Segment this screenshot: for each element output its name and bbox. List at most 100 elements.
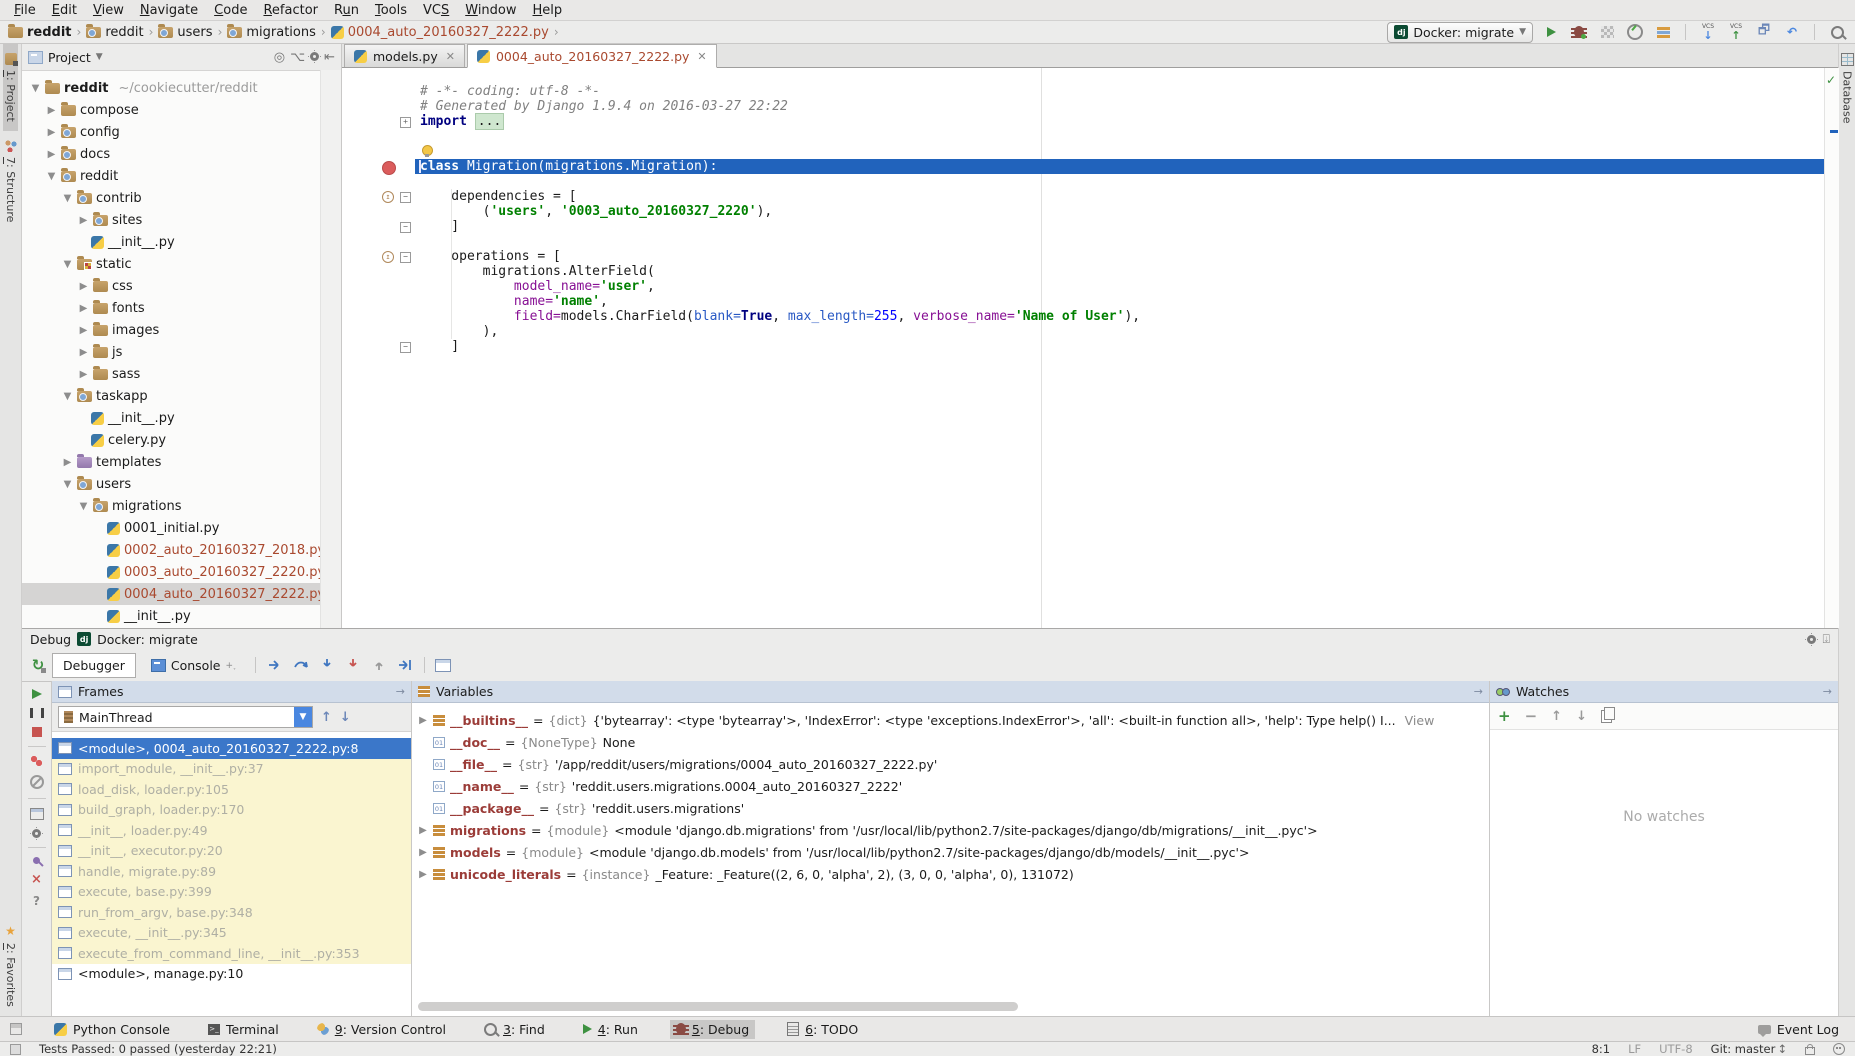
code-line-4[interactable] [342,129,1824,144]
settings-icon[interactable] [310,50,319,65]
settings-button[interactable] [32,829,41,838]
chevron-down-icon[interactable]: ▼ [62,259,73,270]
tree-item-images[interactable]: ▶images [22,319,321,341]
frame-row[interactable]: build_graph, loader.py:170 [52,800,411,821]
chevron-right-icon[interactable]: ▶ [62,457,73,468]
tree-item-taskapp[interactable]: ▼taskapp [22,385,321,407]
variable-row[interactable]: ▶unicode_literals = {instance}_Feature: … [412,863,1489,885]
chevron-down-icon[interactable]: ▼ [78,501,89,512]
expand-arrow-icon[interactable]: ▶ [418,869,428,880]
tree-item---init---py[interactable]: __init__.py [22,407,321,429]
tool-stripe----structure[interactable]: 7: Structure [3,131,18,231]
variable-row[interactable]: 01__package__ = {str}'reddit.users.migra… [412,797,1489,819]
concurrency-diagram-button[interactable] [1653,22,1673,42]
menu-item-refactor[interactable]: Refactor [255,1,326,20]
expand-arrow-icon[interactable]: ▶ [418,847,428,858]
mute-breakpoints-button[interactable] [30,775,44,789]
chevron-right-icon[interactable]: ▶ [46,149,57,160]
code-line-1[interactable]: # -*- coding: utf-8 -*- [342,84,1824,99]
view-breakpoints-button[interactable] [31,756,43,766]
move-watch-up-button[interactable]: ↑ [1551,709,1562,724]
code-line-11[interactable] [342,234,1824,249]
project-tree-scrollbar[interactable] [320,70,341,628]
tree-item-css[interactable]: ▶css [22,275,321,297]
chevron-right-icon[interactable]: ▶ [46,105,57,116]
fold-collapse-icon[interactable]: − [400,342,411,353]
close-icon[interactable]: ✕ [446,50,455,63]
menu-item-run[interactable]: Run [326,1,367,20]
code-line-5[interactable] [342,144,1824,159]
tree-item-templates[interactable]: ▶templates [22,451,321,473]
code-line-17[interactable]: ), [342,324,1824,339]
expand-arrow-icon[interactable]: ▶ [418,825,428,836]
restore-layout-button[interactable] [30,808,44,820]
code-line-14[interactable]: model_name='user', [342,279,1824,294]
remove-watch-button[interactable]: − [1525,707,1538,725]
frame-row[interactable]: load_disk, loader.py:105 [52,779,411,800]
chevron-down-icon[interactable]: ▼ [46,171,57,182]
add-watch-button[interactable]: + [1498,707,1511,725]
variable-row[interactable]: 01__name__ = {str}'reddit.users.migratio… [412,775,1489,797]
code-line-13[interactable]: migrations.AlterField( [342,264,1824,279]
tool-stripe----favorites[interactable]: ★2: Favorites [3,915,18,1016]
annotate-button[interactable]: 🗗 [1754,22,1774,42]
frame-row[interactable]: <module>, manage.py:10 [52,964,411,985]
menu-item-view[interactable]: View [85,1,132,20]
variable-row[interactable]: ▶__builtins__ = {dict}{'bytearray': <typ… [412,709,1489,731]
tool-stripe-database[interactable]: Database [1840,44,1855,133]
evaluate-expression-button[interactable] [433,655,453,675]
add-console-icon[interactable]: +˯ [226,660,237,671]
override-marker-icon[interactable]: ↥ [382,191,394,203]
chevron-down-icon[interactable]: ▼ [30,83,41,94]
breadcrumb-item[interactable]: reddit [8,25,72,40]
frame-row[interactable]: execute_from_command_line, __init__.py:3… [52,943,411,964]
code-line-9[interactable]: ('users', '0003_auto_20160327_2220'), [342,204,1824,219]
frame-down-button[interactable]: ↓ [340,710,351,725]
tree-item-users[interactable]: ▼users [22,473,321,495]
code-line-2[interactable]: # Generated by Django 1.9.4 on 2016-03-2… [342,99,1824,114]
chevron-right-icon[interactable]: ▶ [78,325,89,336]
intention-bulb-icon[interactable] [422,145,433,156]
menu-item-vcs[interactable]: VCS [415,1,457,20]
code-line-12[interactable]: ↥− operations = [ [342,249,1824,264]
fold-collapse-icon[interactable]: − [400,192,411,203]
menu-item-file[interactable]: File [6,1,44,20]
tab-debugger[interactable]: Debugger [52,653,136,678]
chevron-down-icon[interactable]: ▼ [62,193,73,204]
search-everywhere-icon[interactable] [1827,22,1847,42]
chevron-down-icon[interactable]: ▼ [96,52,103,62]
frame-row[interactable]: run_from_argv, base.py:348 [52,902,411,923]
toolwindow-button-3--find[interactable]: 3: Find [478,1020,551,1039]
execution-stripe-mark[interactable] [1830,130,1838,133]
float-panel-icon[interactable]: → [1823,685,1832,698]
tree-item-0001-initial-py[interactable]: 0001_initial.py [22,517,321,539]
tree-item-0003-auto-20160327-2220-py[interactable]: 0003_auto_20160327_2220.py [22,561,321,583]
chevron-right-icon[interactable]: ▶ [78,369,89,380]
inspections-ok-icon[interactable]: ✓ [1826,73,1836,87]
variable-row[interactable]: ▶migrations = {module}<module 'django.db… [412,819,1489,841]
fold-collapse-icon[interactable]: − [400,252,411,263]
stop-button[interactable] [32,727,42,737]
tree-item-js[interactable]: ▶js [22,341,321,363]
toolwindow-button-4--run[interactable]: 4: Run [577,1020,644,1039]
view-link[interactable]: View [1405,713,1435,728]
code-line-15[interactable]: name='name', [342,294,1824,309]
locate-file-button[interactable]: ◎ [274,50,285,65]
toolwindow-button-9--version-control[interactable]: 9: Version Control [311,1020,452,1039]
tree-item---init---py[interactable]: __init__.py [22,605,321,627]
run-to-cursor-button[interactable] [394,655,416,675]
tree-item-config[interactable]: ▶config [22,121,321,143]
chevron-right-icon[interactable]: ▶ [46,127,57,138]
thread-combo[interactable]: MainThread ▼ [58,706,313,728]
show-execution-point-button[interactable] [264,655,286,675]
frame-row[interactable]: <module>, 0004_auto_20160327_2222.py:8 [52,738,411,759]
run-configuration-select[interactable]: dj Docker: migrate ▼ [1387,22,1533,43]
line-separator[interactable]: LF [1628,1042,1641,1056]
frame-row[interactable]: __init__, executor.py:20 [52,841,411,862]
tree-item-reddit[interactable]: ▼reddit [22,165,321,187]
vcs-commit-button[interactable]: VCS↑ [1726,22,1746,42]
toolwindow-button-6--todo[interactable]: 6: TODO [781,1020,864,1039]
code-line-3[interactable]: +import ... [342,114,1824,129]
coverage-button[interactable] [1597,22,1617,42]
code-line-6[interactable]: class Migration(migrations.Migration): [342,159,1824,174]
